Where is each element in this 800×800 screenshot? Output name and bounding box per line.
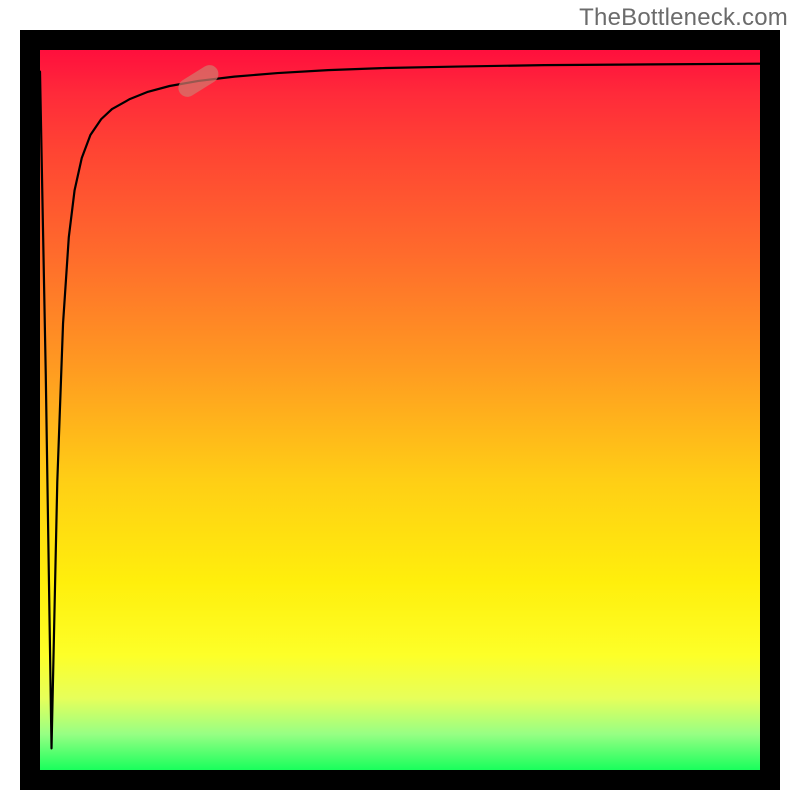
chart-border-bottom <box>20 770 780 790</box>
chart-border-right <box>760 30 780 790</box>
bottleneck-curve <box>40 64 760 749</box>
curve-marker <box>175 62 222 101</box>
attribution-text: TheBottleneck.com <box>579 4 788 32</box>
chart-frame <box>20 30 780 790</box>
chart-svg <box>40 50 760 770</box>
chart-border-top <box>20 30 780 50</box>
curve-marker-shape <box>175 62 222 101</box>
chart-border-left <box>20 30 40 790</box>
